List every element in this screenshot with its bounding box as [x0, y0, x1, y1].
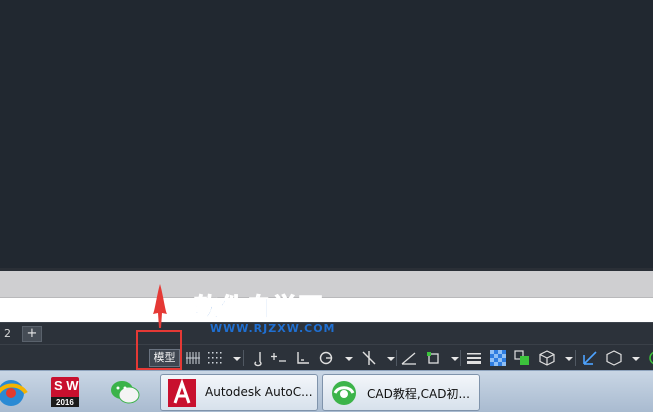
infer-icon[interactable]: [248, 349, 266, 367]
browser-window-icon: [329, 378, 359, 408]
annotation-scale-icon[interactable]: [643, 349, 653, 367]
watermark-title: 软件自学网: [194, 293, 325, 322]
screen: 2 + 模型 软件自学网 WWW.RJZXW.COM S W 2016 Auto…: [0, 0, 653, 412]
taskbar-window-autocad[interactable]: Autodesk AutoC...: [160, 374, 318, 411]
isodraft-dropdown-icon[interactable]: [382, 349, 395, 367]
3d-osnap-icon[interactable]: [538, 349, 556, 367]
dynamic-input-icon[interactable]: [270, 349, 288, 367]
polar-icon[interactable]: [318, 349, 336, 367]
status-separator: [575, 350, 576, 366]
lineweight-icon[interactable]: [465, 349, 483, 367]
snap-icon[interactable]: [206, 349, 224, 367]
site-watermark: 软件自学网 WWW.RJZXW.COM: [194, 293, 344, 342]
autocad-icon: [167, 378, 197, 408]
solidworks-badge-text: S W: [54, 378, 79, 393]
taskbar-window-title: Autodesk AutoC...: [205, 385, 313, 399]
selection-cycling-icon[interactable]: [513, 349, 531, 367]
dynamic-ucs-icon[interactable]: [581, 349, 599, 367]
solidworks-badge-year: 2016: [56, 398, 74, 407]
layout-tab-partial[interactable]: 2: [0, 325, 15, 343]
gizmo-icon[interactable]: [605, 349, 623, 367]
red-arrow-icon: [153, 284, 167, 328]
drawing-canvas[interactable]: [0, 0, 653, 268]
browser-icon[interactable]: [0, 375, 28, 409]
transparency-icon[interactable]: [489, 349, 507, 367]
3d-osnap-dropdown-icon[interactable]: [560, 349, 573, 367]
status-separator: [460, 350, 461, 366]
wechat-icon[interactable]: [108, 375, 142, 409]
taskbar-window-browser[interactable]: CAD教程,CAD初...: [322, 374, 480, 411]
osnap-icon[interactable]: [424, 349, 442, 367]
ortho-icon[interactable]: [294, 349, 312, 367]
model-button-highlight: [136, 330, 182, 370]
watermark-url: WWW.RJZXW.COM: [210, 322, 336, 335]
osnap-dropdown-icon[interactable]: [446, 349, 459, 367]
polar-dropdown-icon[interactable]: [340, 349, 353, 367]
grid-icon[interactable]: [184, 349, 202, 367]
solidworks-2016-icon[interactable]: S W 2016: [48, 375, 82, 409]
taskbar-window-title: CAD教程,CAD初...: [367, 387, 470, 401]
object-snap-tracking-icon[interactable]: [400, 349, 418, 367]
windows-taskbar: S W 2016 Autodesk AutoC... CAD教程,CAD初...: [0, 370, 653, 412]
status-separator: [396, 350, 397, 366]
add-layout-tab-button[interactable]: +: [22, 326, 42, 342]
isodraft-icon[interactable]: [360, 349, 378, 367]
status-bar: 模型: [0, 344, 653, 370]
status-separator: [243, 350, 244, 366]
gizmo-dropdown-icon[interactable]: [627, 349, 640, 367]
dropdown-arrow-icon[interactable]: [228, 349, 241, 367]
